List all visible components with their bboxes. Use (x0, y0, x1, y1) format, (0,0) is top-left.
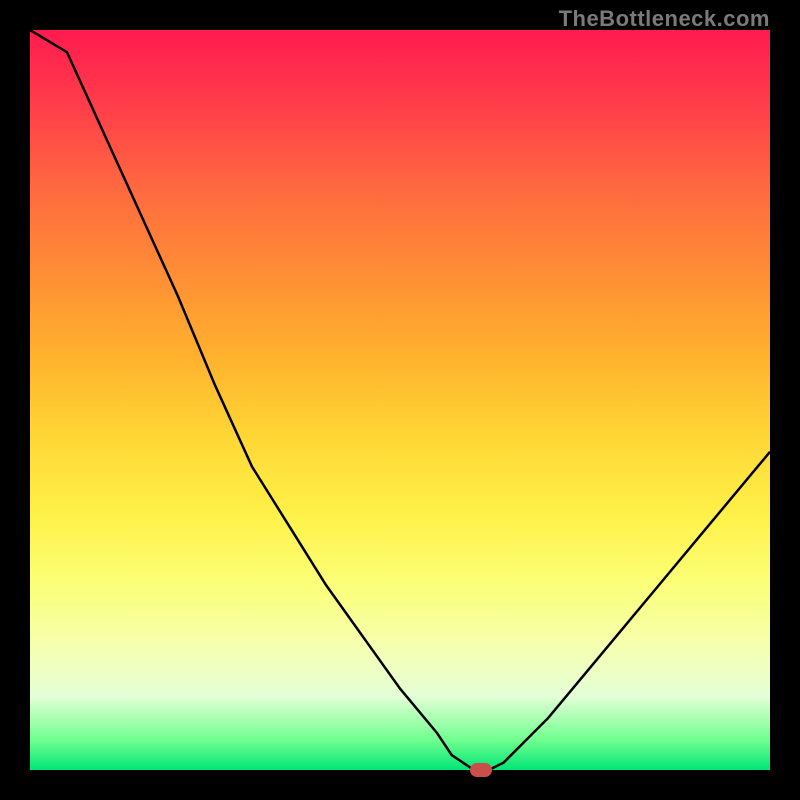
plot-area (30, 30, 770, 770)
chart-container: TheBottleneck.com (0, 0, 800, 800)
optimal-point-marker (470, 763, 492, 777)
watermark-text: TheBottleneck.com (559, 6, 770, 32)
bottleneck-curve (30, 30, 770, 770)
curve-path (30, 30, 770, 770)
